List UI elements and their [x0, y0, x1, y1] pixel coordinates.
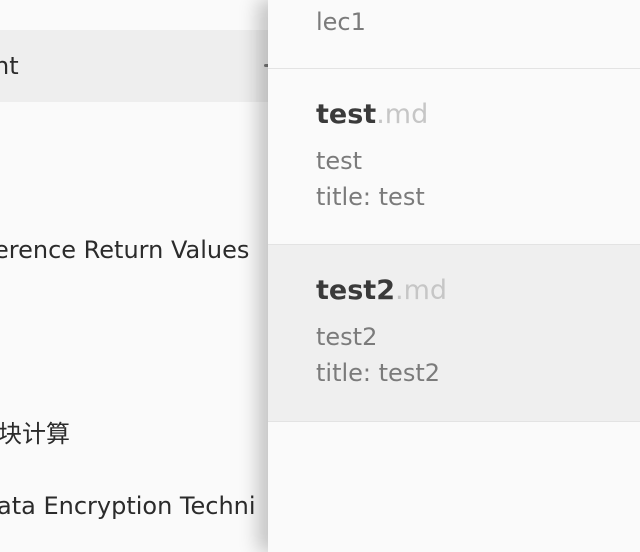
note-meta: title: test2	[316, 359, 440, 387]
note-list-panel: lec1 test.md test title: test test2.md t…	[268, 0, 640, 552]
folder-sidebar: nt erence Return Values 块计算 ata Encrypti…	[0, 0, 268, 552]
note-extension: .md	[376, 99, 429, 130]
note-title: test.md	[316, 99, 428, 130]
sidebar-item-label: erence Return Values	[0, 236, 250, 264]
note-preview: lec1	[316, 8, 366, 36]
note-item-lec1[interactable]: lec1	[268, 0, 640, 69]
sidebar-item-label: 块计算	[0, 420, 70, 448]
sidebar-item-active[interactable]: nt	[0, 30, 268, 102]
note-preview: test	[316, 147, 363, 175]
note-name: test	[316, 99, 377, 130]
note-meta: title: test	[316, 183, 425, 211]
note-title: test2.md	[316, 275, 447, 306]
note-name: test2	[316, 275, 395, 306]
sidebar-item-block-compute[interactable]: 块计算	[0, 398, 268, 470]
note-item-test[interactable]: test.md test title: test	[268, 69, 640, 245]
sidebar-item-label: nt	[0, 52, 19, 80]
note-preview: test2	[316, 323, 378, 351]
note-extension: .md	[394, 275, 448, 306]
app-window: nt erence Return Values 块计算 ata Encrypti…	[0, 0, 640, 552]
sidebar-item-data-encryption[interactable]: ata Encryption Techni	[0, 470, 268, 542]
note-item-test2[interactable]: test2.md test2 title: test2	[268, 245, 640, 422]
sidebar-item-label: ata Encryption Techni	[0, 492, 256, 520]
sidebar-item-return-values[interactable]: erence Return Values	[0, 214, 268, 286]
